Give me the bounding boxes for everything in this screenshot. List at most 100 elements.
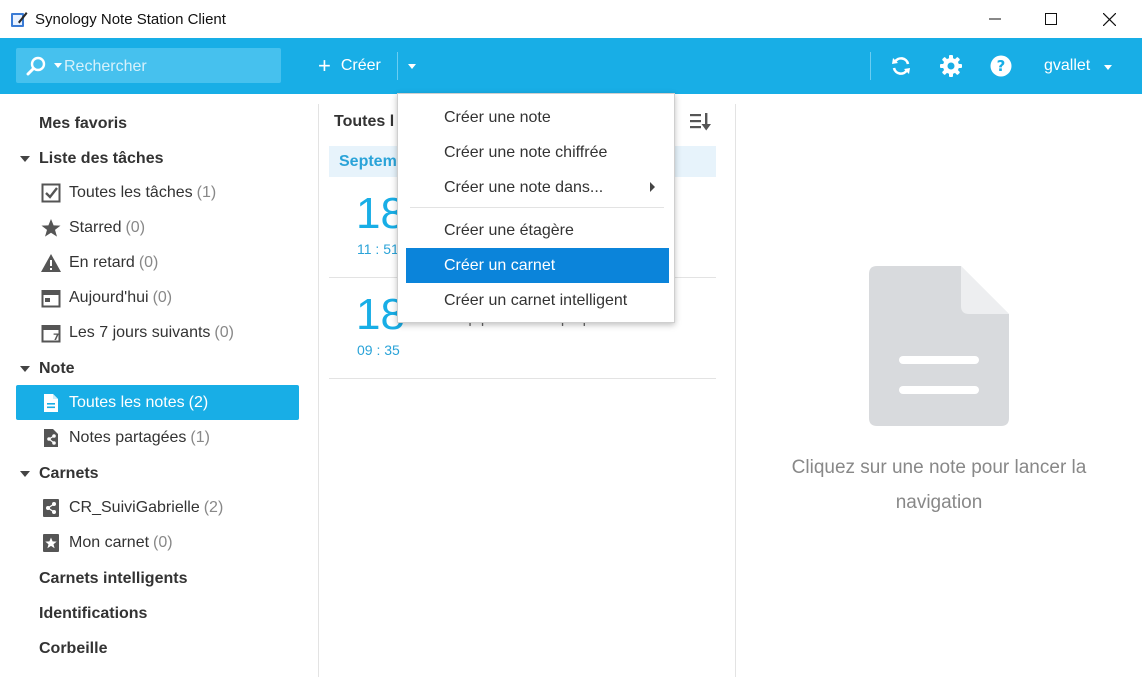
sidebar-item-label: Toutes les notes [69, 393, 185, 411]
nav-tasks-header[interactable]: Liste des tâches [20, 150, 164, 168]
note-time: 11 : 51 [357, 241, 399, 257]
nav-tasks-header-label: Liste des tâches [39, 150, 164, 167]
sidebar-item-next-7-days[interactable]: 7 Les 7 jours suivants (0) [16, 315, 299, 350]
help-icon: ? [990, 55, 1012, 77]
plus-icon: + [318, 52, 331, 78]
user-menu[interactable]: gvallet [1044, 57, 1090, 75]
sidebar-item-label: Notes partagées [69, 428, 187, 446]
svg-text:7: 7 [53, 333, 59, 343]
menu-item-create-shelf[interactable]: Créer une étagère [406, 213, 669, 248]
sidebar-item-label: Toutes les tâches [69, 183, 193, 201]
menu-item-label: Créer une note dans... [444, 178, 604, 196]
count-badge: (1) [190, 428, 210, 446]
checkbox-icon [40, 182, 62, 204]
count-badge: (0) [153, 533, 173, 551]
sidebar-item-notebook-cr-suivigabrielle[interactable]: CR_SuiviGabrielle (2) [16, 490, 299, 525]
calendar-week-icon: 7 [40, 322, 62, 344]
close-button[interactable] [1086, 0, 1132, 38]
minimize-icon [989, 18, 1001, 20]
collapse-triangle-icon[interactable] [20, 156, 30, 162]
count-badge: (0) [214, 323, 234, 341]
count-badge: (0) [125, 218, 146, 236]
sort-icon[interactable] [690, 112, 712, 132]
note-list-title: Toutes l [334, 113, 395, 130]
warning-icon [40, 252, 62, 274]
count-badge: (2) [188, 393, 209, 411]
shared-notebook-icon [40, 497, 62, 519]
chevron-down-icon [408, 64, 416, 69]
menu-item-create-notebook[interactable]: Créer un carnet [406, 248, 669, 283]
note-time: 09 : 35 [357, 342, 400, 358]
nav-trash[interactable]: Corbeille [39, 640, 107, 658]
nav-tags[interactable]: Identifications [39, 605, 147, 623]
sidebar-item-starred[interactable]: Starred (0) [16, 210, 299, 245]
toolbar-divider [397, 52, 398, 80]
title-bar: Synology Note Station Client [0, 0, 1142, 38]
column-divider [318, 104, 319, 677]
sync-button[interactable] [889, 54, 913, 78]
date-group-label: Septem [339, 153, 397, 170]
search-icon [26, 56, 46, 76]
count-badge: (1) [196, 183, 217, 201]
search-input[interactable]: Rechercher [16, 48, 281, 83]
nav-notebooks-header-label: Carnets [39, 465, 99, 482]
sidebar-item-label: Les 7 jours suivants [69, 323, 211, 341]
maximize-icon [1045, 13, 1057, 25]
close-icon [1102, 12, 1116, 26]
sidebar-item-shared-notes[interactable]: Notes partagées (1) [16, 420, 299, 455]
search-placeholder: Rechercher [64, 58, 147, 75]
search-options-caret-icon[interactable] [54, 63, 62, 68]
help-button[interactable]: ? [989, 54, 1013, 78]
sidebar-item-today[interactable]: Aujourd'hui (0) [16, 280, 299, 315]
collapse-triangle-icon[interactable] [20, 366, 30, 372]
create-dropdown-menu: Créer une note Créer une note chiffrée C… [397, 93, 675, 323]
count-badge: (0) [138, 253, 159, 271]
gear-icon [940, 55, 962, 77]
create-dropdown-toggle[interactable] [400, 48, 424, 83]
column-divider [735, 104, 736, 677]
notes-icon [40, 392, 62, 414]
window-title: Synology Note Station Client [35, 11, 226, 28]
star-icon [40, 217, 62, 239]
count-badge: (2) [203, 498, 224, 516]
nav-notebooks-header[interactable]: Carnets [20, 465, 99, 483]
shared-notes-icon [40, 427, 62, 449]
sidebar-item-overdue[interactable]: En retard (0) [16, 245, 299, 280]
sidebar-item-all-tasks[interactable]: Toutes les tâches (1) [16, 175, 299, 210]
empty-document-icon [869, 266, 1009, 426]
settings-button[interactable] [939, 54, 963, 78]
submenu-arrow-icon [650, 182, 655, 192]
menu-item-create-note-in[interactable]: Créer une note dans... [406, 170, 669, 205]
maximize-button[interactable] [1028, 0, 1074, 38]
chevron-down-icon[interactable] [1104, 65, 1112, 70]
menu-item-create-note[interactable]: Créer une note [406, 100, 669, 135]
toolbar-divider [870, 52, 871, 80]
empty-preview-message: Cliquez sur une note pour lancer la navi… [756, 450, 1122, 520]
create-label: Créer [340, 56, 381, 74]
svg-text:?: ? [997, 57, 1006, 75]
sidebar-item-label: Starred [69, 218, 122, 236]
nav-note-header[interactable]: Note [20, 360, 75, 378]
menu-divider [410, 207, 664, 208]
empty-preview-line: navigation [895, 492, 983, 513]
nav-smart-notebooks[interactable]: Carnets intelligents [39, 570, 187, 588]
collapse-triangle-icon[interactable] [20, 471, 30, 477]
menu-item-create-encrypted-note[interactable]: Créer une note chiffrée [406, 135, 669, 170]
create-button[interactable]: + Créer [310, 48, 389, 83]
nav-favorites[interactable]: Mes favoris [39, 115, 127, 133]
minimize-button[interactable] [972, 0, 1018, 38]
sidebar-item-label: Mon carnet [69, 533, 150, 551]
sidebar-item-label: CR_SuiviGabrielle [69, 498, 200, 516]
sidebar-item-all-notes[interactable]: Toutes les notes (2) [16, 385, 299, 420]
sync-icon [892, 57, 910, 75]
notebook-star-icon [40, 532, 62, 554]
empty-preview-line: Cliquez sur une note pour lancer la [791, 457, 1087, 478]
sidebar-item-label: Aujourd'hui [69, 288, 149, 306]
nav-note-header-label: Note [39, 360, 75, 377]
sidebar-item-notebook-mon-carnet[interactable]: Mon carnet (0) [16, 525, 299, 560]
count-badge: (0) [152, 288, 173, 306]
menu-item-create-smart-notebook[interactable]: Créer un carnet intelligent [406, 283, 669, 318]
sidebar-item-label: En retard [69, 253, 135, 271]
calendar-today-icon [40, 287, 62, 309]
main-toolbar: Rechercher + Créer ? gvallet [0, 38, 1142, 94]
